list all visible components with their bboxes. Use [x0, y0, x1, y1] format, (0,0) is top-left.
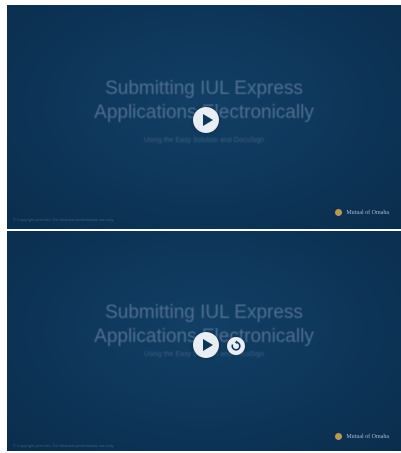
play-button[interactable]: [193, 107, 219, 133]
replay-button[interactable]: [227, 337, 245, 355]
video-frame-1[interactable]: Submitting IUL Express Applications Elec…: [7, 5, 401, 229]
play-button[interactable]: [193, 332, 219, 358]
replay-icon: [231, 340, 241, 351]
brand-name: Mutual of Omaha: [346, 209, 389, 216]
brand-logo-icon: [335, 433, 343, 440]
copyright-text: © Copyright year info. For financial pro…: [13, 443, 115, 448]
video-frame-2[interactable]: Submitting IUL Express Applications Elec…: [7, 231, 401, 451]
brand-logo-icon: [335, 209, 343, 216]
play-icon: [203, 114, 213, 126]
brand-name: Mutual of Omaha: [346, 433, 389, 440]
copyright-text: © Copyright year info. For financial pro…: [13, 217, 115, 222]
slide-title-line1: Submitting IUL Express: [105, 302, 303, 323]
brand-logo: Mutual of Omaha: [335, 433, 389, 440]
brand-logo: Mutual of Omaha: [335, 209, 389, 216]
play-icon: [203, 339, 213, 351]
slide-title-line1: Submitting IUL Express: [105, 78, 303, 99]
slide-subtitle: Using the Easy Solution and DocuSign: [143, 137, 265, 144]
